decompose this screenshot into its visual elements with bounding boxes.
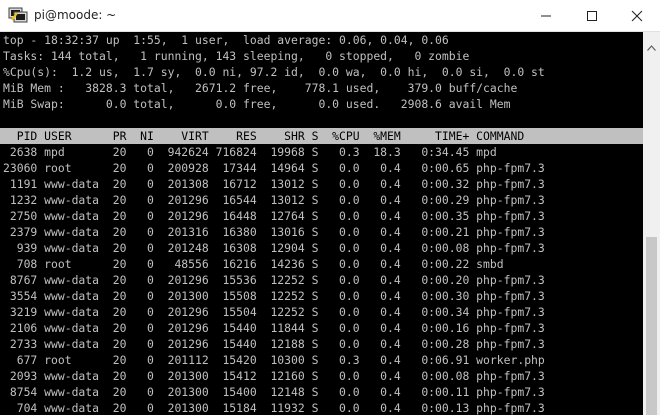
vertical-scrollbar[interactable] — [643, 32, 660, 415]
table-row: 23060 root 20 0 200928 17344 14964 S 0.0… — [3, 161, 545, 175]
table-row: 2106 www-data 20 0 201296 15440 11844 S … — [3, 321, 545, 335]
table-row: 3219 www-data 20 0 201296 15504 12252 S … — [3, 305, 545, 319]
scrollbar-thumb[interactable] — [646, 237, 657, 415]
window-title: pi@moode: ~ — [34, 8, 117, 22]
close-button[interactable] — [614, 0, 660, 31]
table-row: 677 root 20 0 201112 15420 10300 S 0.3 0… — [3, 353, 545, 367]
summary-line: MiB Swap: 0.0 total, 0.0 free, 0.0 used.… — [3, 97, 511, 111]
summary-line: top - 18:32:37 up 1:55, 1 user, load ave… — [3, 33, 449, 47]
scroll-up-arrow-icon[interactable] — [647, 36, 656, 55]
close-icon — [631, 10, 643, 22]
summary-line: %Cpu(s): 1.2 us, 1.7 sy, 0.0 ni, 97.2 id… — [3, 65, 545, 79]
summary-line: Tasks: 144 total, 1 running, 143 sleepin… — [3, 49, 470, 63]
maximize-icon — [587, 11, 597, 21]
table-row: 2750 www-data 20 0 201296 16448 12764 S … — [3, 209, 545, 223]
summary-line: MiB Mem : 3828.3 total, 2671.2 free, 778… — [3, 81, 518, 95]
terminal-window: pi@moode: ~ top - 18:32:37 up 1:55, 1 us… — [0, 0, 660, 415]
title-bar[interactable]: pi@moode: ~ — [0, 0, 660, 32]
putty-terminal-icon[interactable] — [8, 7, 28, 23]
terminal-screen[interactable]: top - 18:32:37 up 1:55, 1 user, load ave… — [0, 32, 643, 415]
table-row: 8767 www-data 20 0 201296 15536 12252 S … — [3, 273, 545, 287]
table-row: 1191 www-data 20 0 201308 16712 13012 S … — [3, 177, 545, 191]
table-row: 2733 www-data 20 0 201296 15440 12188 S … — [3, 337, 545, 351]
table-row: 2638 mpd 20 0 942624 716824 19968 S 0.3 … — [3, 145, 545, 159]
table-row: 2379 www-data 20 0 201316 16380 13016 S … — [3, 225, 545, 239]
table-row: 8754 www-data 20 0 201300 15400 12148 S … — [3, 385, 545, 399]
minimize-icon — [541, 15, 551, 17]
table-row: 704 www-data 20 0 201300 15184 11932 S 0… — [3, 401, 545, 415]
maximize-button[interactable] — [569, 0, 615, 31]
table-row: 708 root 20 0 48556 16216 14236 S 0.0 0.… — [3, 257, 545, 271]
process-table-header: PID USER PR NI VIRT RES SHR S %CPU %MEM … — [3, 129, 545, 143]
table-row: 939 www-data 20 0 201248 16308 12904 S 0… — [3, 241, 545, 255]
table-row: 1232 www-data 20 0 201296 16544 13012 S … — [3, 193, 545, 207]
table-row: 3554 www-data 20 0 201300 15508 12252 S … — [3, 289, 545, 303]
table-row: 2093 www-data 20 0 201300 15412 12160 S … — [3, 369, 545, 383]
minimize-button[interactable] — [523, 0, 569, 31]
